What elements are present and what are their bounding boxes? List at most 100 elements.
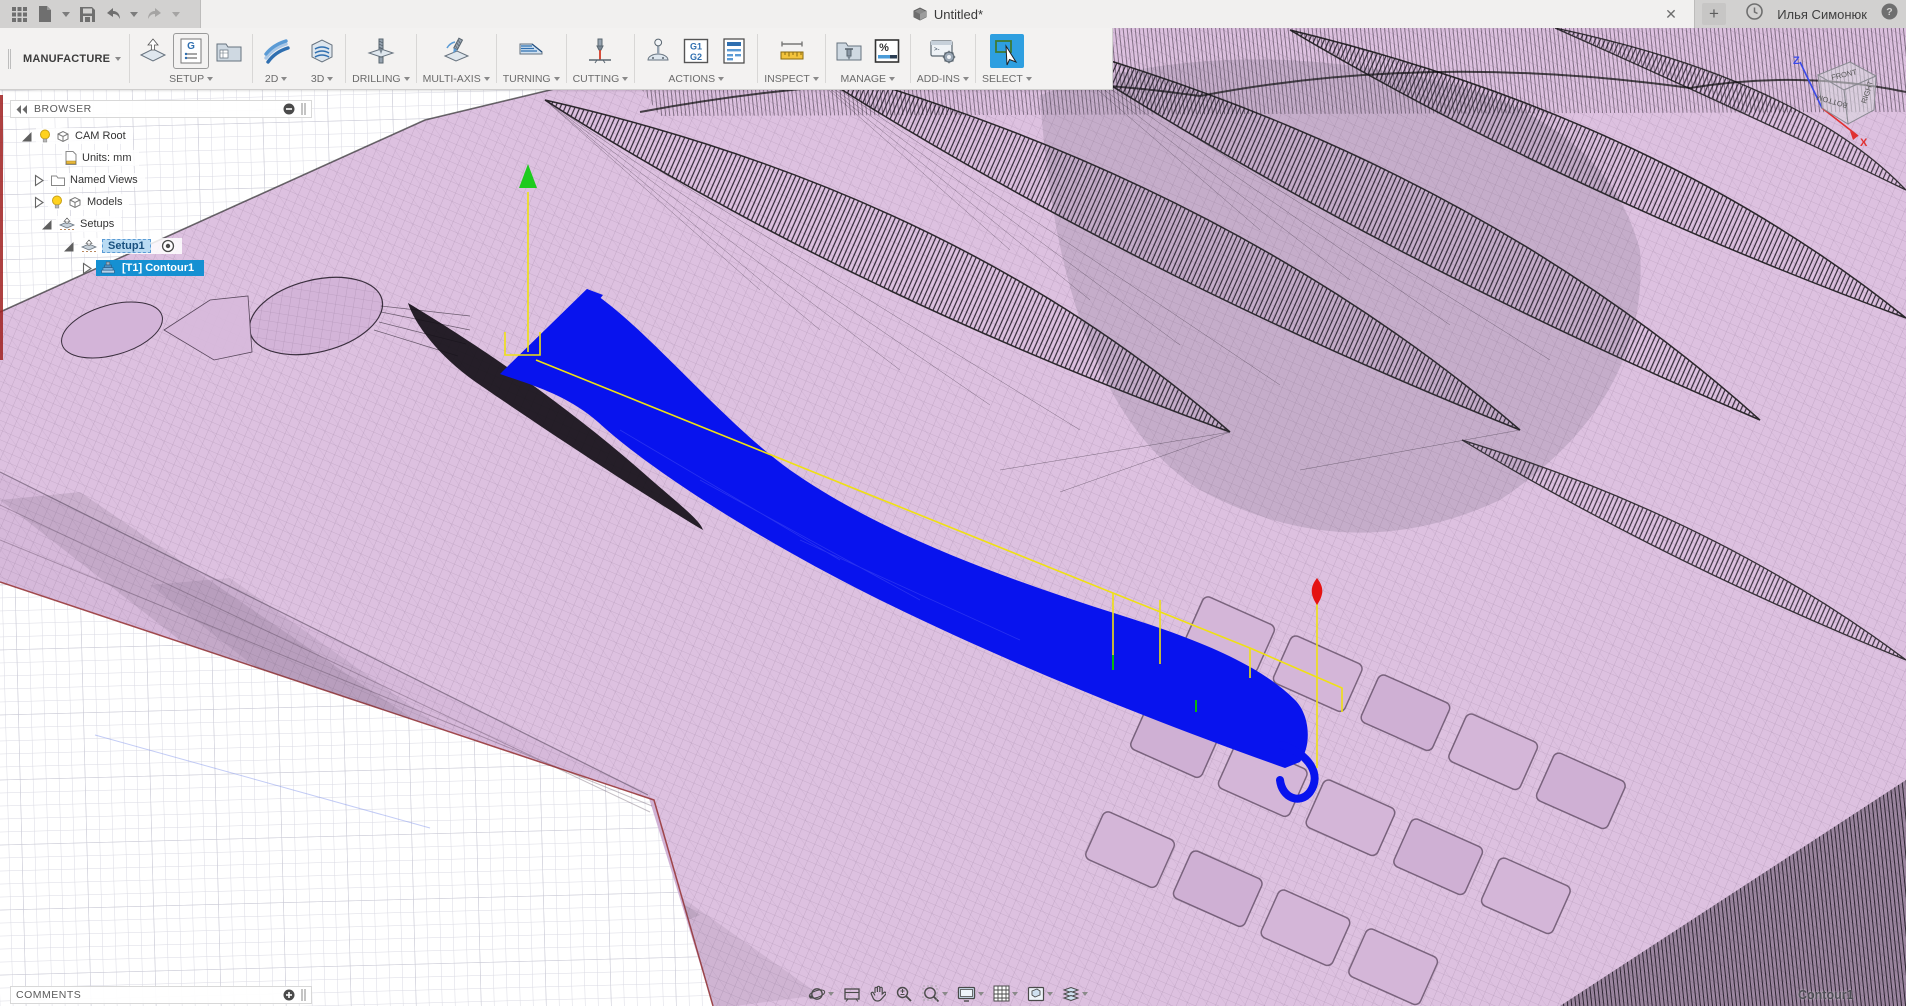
- viewports-button[interactable]: [1027, 986, 1053, 1002]
- panel-grip-icon[interactable]: [301, 103, 306, 115]
- collapsed-twisty-icon[interactable]: [80, 261, 93, 275]
- active-setup-radio[interactable]: [160, 239, 175, 253]
- nc-program-icon[interactable]: G: [173, 33, 210, 69]
- save-icon[interactable]: [76, 3, 98, 25]
- models-icon: [69, 196, 81, 208]
- group-label-addins[interactable]: ADD-INS: [917, 73, 969, 85]
- tree-item-setup1[interactable]: Setup1: [10, 236, 312, 256]
- zoom-button[interactable]: [895, 985, 913, 1003]
- visual-effects-button[interactable]: [1062, 986, 1088, 1001]
- turning-icon[interactable]: [514, 34, 548, 68]
- notifications-clock-icon[interactable]: [1746, 3, 1764, 25]
- grid-snaps-caret[interactable]: [1012, 991, 1018, 996]
- comments-header[interactable]: COMMENTS: [10, 986, 312, 1004]
- measure-icon[interactable]: [775, 34, 809, 68]
- tool-library-icon[interactable]: [832, 34, 866, 68]
- document-cube-icon: [913, 7, 927, 21]
- tree-item-models[interactable]: Models: [10, 192, 312, 212]
- tab-close-icon[interactable]: ✕: [1662, 5, 1680, 23]
- collapse-left-icon[interactable]: [16, 104, 28, 114]
- zoom-window-caret[interactable]: [942, 991, 948, 996]
- workspace-switcher[interactable]: MANUFACTURE: [15, 28, 129, 89]
- grid-snaps-button[interactable]: [993, 985, 1018, 1002]
- new-setup-icon[interactable]: [136, 34, 170, 68]
- group-label-select[interactable]: SELECT: [982, 73, 1032, 85]
- svg-text:%: %: [879, 42, 889, 54]
- group-label-setup[interactable]: SETUP: [169, 73, 214, 85]
- tree-label: CAM Root: [75, 130, 126, 142]
- redo-caret[interactable]: [172, 11, 180, 17]
- fusion360-window: Z X FRONT RIGHT BOTTOM Untitled* ✕ + Иль…: [0, 0, 1906, 1006]
- machining-time-icon[interactable]: %: [870, 34, 904, 68]
- select-tool-icon[interactable]: [989, 34, 1024, 68]
- operation-status-label: Contour1: [1798, 988, 1854, 1002]
- add-comment-icon[interactable]: [283, 989, 295, 1001]
- viewports-caret[interactable]: [1047, 991, 1053, 996]
- tree-item-contour1[interactable]: [T1] Contour1: [10, 258, 312, 278]
- multi-axis-icon[interactable]: [439, 34, 473, 68]
- file-menu-icon[interactable]: [34, 3, 56, 25]
- help-icon[interactable]: ?: [1881, 3, 1898, 25]
- toolbar-grip[interactable]: [8, 49, 11, 69]
- orbit-button[interactable]: [808, 985, 834, 1003]
- pan-button[interactable]: [870, 985, 886, 1002]
- browser-panel: BROWSER CAM Root Units: mm Named Views M…: [10, 100, 312, 280]
- file-menu-caret[interactable]: [62, 11, 70, 17]
- tree-label-contour1: [T1] Contour1: [122, 262, 195, 274]
- tree-item-cam-root[interactable]: CAM Root: [10, 126, 312, 146]
- expanded-twisty-icon[interactable]: [20, 130, 33, 143]
- group-label-drilling[interactable]: DRILLING: [352, 73, 410, 85]
- group-label-actions[interactable]: ACTIONS: [668, 73, 725, 85]
- post-process-icon[interactable]: G1 G2: [679, 34, 713, 68]
- expanded-twisty-icon[interactable]: [62, 240, 75, 253]
- group-label-2d[interactable]: 2D: [265, 73, 288, 85]
- browser-header[interactable]: BROWSER: [10, 100, 312, 118]
- drilling-icon[interactable]: [364, 34, 398, 68]
- new-tab-button[interactable]: +: [1702, 3, 1726, 25]
- user-name[interactable]: Илья Симонюк: [1777, 7, 1867, 22]
- comments-title: COMMENTS: [16, 989, 82, 1001]
- undo-icon[interactable]: [102, 3, 124, 25]
- look-at-button[interactable]: [843, 986, 861, 1002]
- tree-label-setup1: Setup1: [102, 239, 151, 253]
- group-addins: >- ADD-INS: [911, 28, 975, 89]
- 3d-milling-icon[interactable]: [305, 34, 339, 68]
- visibility-bulb-icon[interactable]: [51, 195, 63, 209]
- selected-operation-row[interactable]: [T1] Contour1: [96, 260, 205, 276]
- setup-sheet-icon[interactable]: [717, 34, 751, 68]
- folder-icon: [51, 175, 65, 186]
- undo-caret[interactable]: [130, 11, 138, 17]
- visibility-bulb-icon[interactable]: [39, 129, 51, 143]
- 2d-milling-icon[interactable]: [259, 34, 293, 68]
- display-settings-caret[interactable]: [978, 991, 984, 996]
- orbit-caret[interactable]: [828, 991, 834, 996]
- display-settings-button[interactable]: [957, 986, 984, 1002]
- document-title: Untitled*: [933, 6, 984, 22]
- panel-grip-icon[interactable]: [301, 989, 306, 1001]
- tree-label: Models: [87, 196, 123, 208]
- remove-circle-icon[interactable]: [283, 103, 295, 115]
- collapsed-twisty-icon[interactable]: [32, 195, 45, 209]
- group-label-cutting[interactable]: CUTTING: [573, 73, 629, 85]
- cutting-icon[interactable]: [583, 34, 617, 68]
- visual-effects-caret[interactable]: [1082, 991, 1088, 996]
- collapsed-twisty-icon[interactable]: [32, 173, 45, 187]
- addins-icon[interactable]: >-: [926, 34, 960, 68]
- document-tab[interactable]: Untitled* ✕: [200, 0, 1695, 28]
- app-grid-icon[interactable]: [8, 3, 30, 25]
- new-folder-icon[interactable]: [212, 34, 246, 68]
- svg-text:G1: G1: [690, 42, 702, 52]
- tree-item-setups[interactable]: Setups: [10, 214, 312, 234]
- tree-item-units[interactable]: Units: mm: [10, 148, 312, 168]
- group-label-turning[interactable]: TURNING: [503, 73, 560, 85]
- group-drilling: DRILLING: [346, 28, 415, 89]
- expanded-twisty-icon[interactable]: [40, 218, 53, 231]
- group-label-inspect[interactable]: INSPECT: [764, 73, 819, 85]
- group-label-multiaxis[interactable]: MULTI-AXIS: [423, 73, 490, 85]
- group-label-manage[interactable]: MANAGE: [841, 73, 896, 85]
- group-label-3d[interactable]: 3D: [311, 73, 334, 85]
- zoom-window-button[interactable]: [922, 985, 948, 1003]
- simulate-icon[interactable]: [641, 34, 675, 68]
- tree-item-named-views[interactable]: Named Views: [10, 170, 312, 190]
- redo-icon[interactable]: [144, 3, 166, 25]
